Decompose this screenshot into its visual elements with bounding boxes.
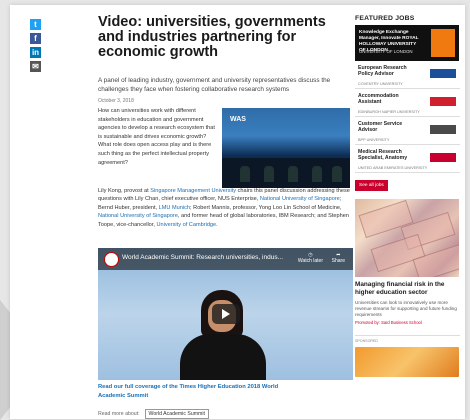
smu-link[interactable]: Singapore Management University [150, 188, 236, 194]
job-employer: BPP UNIVERSITY [358, 138, 390, 142]
conference-panel-image: WAS [222, 108, 350, 188]
watch-later-label: Watch later [297, 258, 323, 264]
panelist [240, 166, 250, 182]
employer-logo [430, 69, 456, 78]
lmu-link[interactable]: LMU Munich [159, 205, 190, 211]
article-title: Video: universities, governments and ind… [98, 14, 326, 60]
employer-logo [430, 153, 456, 162]
see-all-jobs-button[interactable]: See all jobs [355, 180, 388, 191]
featured-job-employer: UNIVERSITY OF LONDON [359, 49, 413, 54]
video-player[interactable]: World Academic Summit: Research universi… [98, 248, 353, 380]
panelist [332, 166, 342, 182]
panelist [312, 166, 322, 182]
sponsored-image[interactable] [355, 347, 459, 377]
speaker-torso [180, 334, 266, 380]
body-text: . [216, 221, 218, 228]
article-page: t f in ✉ Video: universities, government… [10, 5, 465, 419]
article-date: October 3, 2018 [98, 98, 134, 104]
channel-avatar-icon[interactable] [104, 252, 119, 267]
featured-job-card[interactable]: Knowledge Exchange Manager, Innovate ROY… [355, 25, 459, 61]
job-title: Medical Research Specialist, Anatomy [358, 149, 408, 162]
sponsored-section-label: SPONSORED [355, 335, 460, 343]
play-button[interactable] [212, 304, 240, 324]
panelist [264, 166, 274, 182]
sidebar: FEATURED JOBS Knowledge Exchange Manager… [355, 15, 460, 377]
tag-list-label: Read more about: [98, 411, 140, 417]
employer-logo [430, 97, 456, 106]
video-top-bar: World Academic Summit: Research universi… [98, 248, 353, 270]
coverage-link[interactable]: Read our full coverage of the Times High… [98, 383, 298, 400]
featured-jobs-heading: FEATURED JOBS [355, 15, 415, 22]
job-title: Accommodation Assistant [358, 93, 399, 106]
article-body: Lily Kong, provost at Singapore Manageme… [98, 187, 354, 229]
body-text: Lily Kong, provost at [98, 188, 151, 194]
job-listing[interactable]: Customer Service Advisor BPP UNIVERSITY [355, 117, 460, 145]
job-listing[interactable]: Medical Research Specialist, Anatomy UNI… [355, 145, 460, 173]
article-standfirst: A panel of leading industry, government … [98, 77, 331, 93]
panelist [288, 166, 298, 182]
promoted-article-title[interactable]: Managing financial risk in the higher ed… [355, 281, 460, 297]
employer-logo [431, 29, 455, 57]
job-title: Customer Service Advisor [358, 121, 403, 134]
tag-world-academic-summit[interactable]: World Academic Summit [144, 409, 209, 419]
job-listing[interactable]: European Research Policy Advisor COVENTR… [355, 61, 460, 89]
promoted-by-label: Promoted by: Saïd Business School [355, 320, 422, 325]
share-bar: t f in ✉ [30, 19, 42, 75]
job-title: European Research Policy Advisor [358, 65, 407, 78]
nus-link-2[interactable]: National University of Singapore [98, 213, 178, 219]
job-listing[interactable]: Accommodation Assistant EDINBURGH NAPIER… [355, 89, 460, 117]
twitter-share-icon[interactable]: t [30, 19, 41, 30]
video-title[interactable]: World Academic Summit: Research universi… [122, 254, 283, 261]
watch-later-button[interactable]: ◷ Watch later [298, 252, 323, 264]
job-employer: EDINBURGH NAPIER UNIVERSITY [358, 110, 420, 114]
banknotes-image[interactable] [355, 199, 459, 277]
facebook-share-icon[interactable]: f [30, 33, 41, 44]
body-text: ; Robert Mannis, professor, Yong Loo Lin… [190, 204, 342, 211]
employer-logo [430, 125, 456, 134]
cambridge-link[interactable]: University of Cambridge [156, 222, 216, 228]
tag-list: Read more about: World Academic Summit [98, 409, 209, 419]
nus-link[interactable]: National University of Singapore [260, 196, 340, 202]
stage-backdrop-text: WAS [230, 116, 246, 123]
email-share-icon[interactable]: ✉ [30, 61, 41, 72]
play-icon [222, 309, 230, 319]
job-employer: UNITED ARAB EMIRATES UNIVERSITY [358, 166, 428, 170]
article-body-intro: How can universities work with different… [98, 108, 215, 166]
video-share-label: Share [331, 258, 345, 264]
promoted-article-summary: Universities can look to innovatively us… [355, 300, 457, 317]
video-share-button[interactable]: ➦ Share [332, 252, 345, 264]
job-employer: COVENTRY UNIVERSITY [358, 82, 403, 86]
linkedin-share-icon[interactable]: in [30, 47, 41, 58]
